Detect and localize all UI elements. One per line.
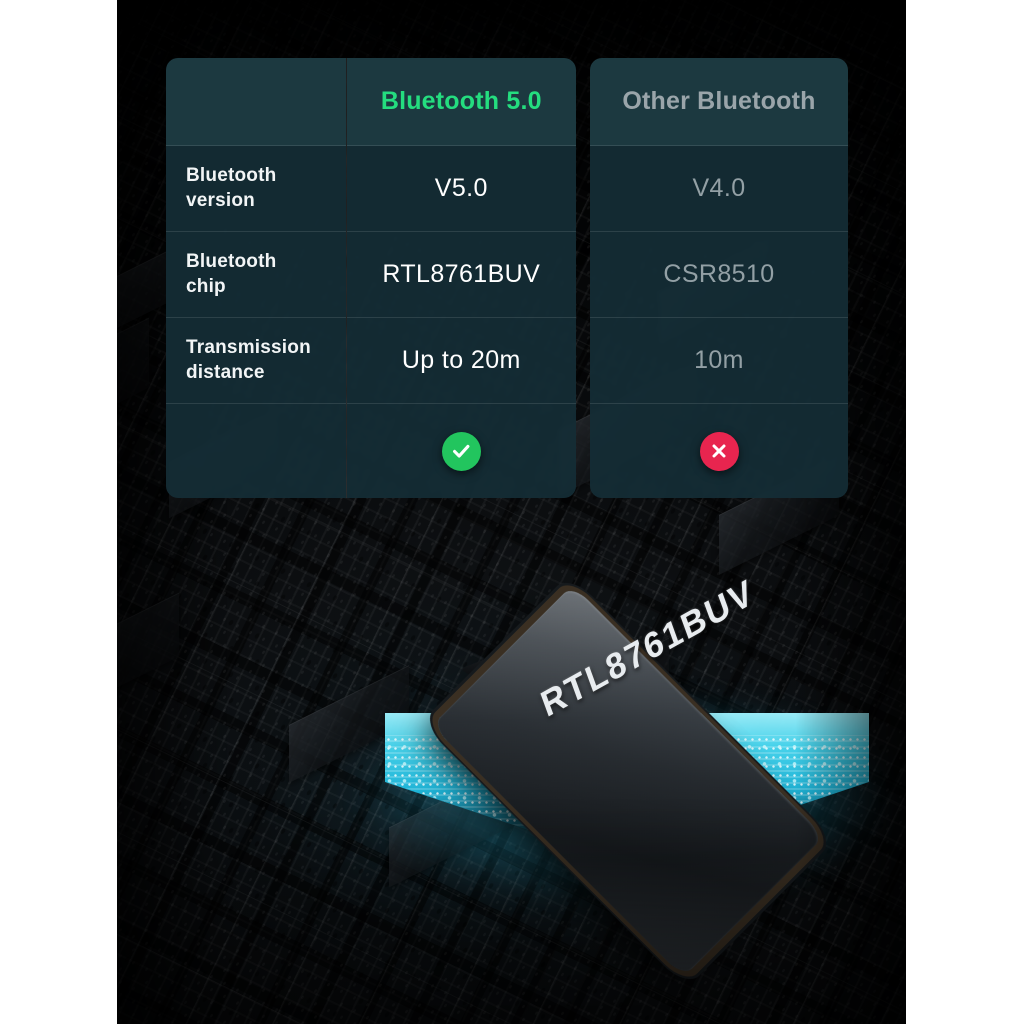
page-root: RTL8761BUV Bluetooth version Bluetooth c…: [0, 0, 1024, 1024]
chip-package-top: [431, 584, 825, 978]
value-bt50-distance: Up to 20m: [401, 346, 521, 374]
value-bt50-chip: RTL8761BUV: [382, 260, 541, 288]
value-other-version: V4.0: [692, 174, 746, 202]
table-header-bluetooth-50: Bluetooth 5.0: [346, 58, 576, 146]
table-column-bluetooth-50: Bluetooth 5.0 V5.0 RTL8761BUV Up to 20m: [345, 58, 576, 498]
value-other-chip: CSR8510: [663, 260, 775, 288]
table-column-feature: Bluetooth version Bluetooth chip Transmi…: [166, 58, 346, 498]
table-cell-bt50-distance: Up to 20m: [346, 318, 576, 404]
table-cell-other-verdict: [590, 404, 848, 498]
table-row: Transmission distance: [166, 318, 346, 404]
table-row: Bluetooth chip: [166, 232, 346, 318]
value-other-distance: 10m: [694, 346, 744, 374]
table-block-bluetooth-50: Bluetooth version Bluetooth chip Transmi…: [166, 58, 576, 498]
table-cell-bt50-verdict: [346, 404, 576, 498]
table-row-verdict-label: [166, 404, 346, 498]
table-header-feature: [166, 58, 346, 146]
label-line-1: Bluetooth: [186, 251, 277, 273]
comparison-table: Bluetooth version Bluetooth chip Transmi…: [166, 58, 858, 498]
table-cell-bt50-version: V5.0: [346, 146, 576, 232]
value-bt50-version: V5.0: [434, 174, 488, 202]
chip-substrate: [459, 645, 783, 835]
label-line-1: Transmission: [186, 337, 311, 359]
chip-glow-particles: [385, 735, 869, 863]
feature-label-bluetooth-version: Bluetooth version: [186, 164, 276, 213]
label-line-2: version: [186, 189, 255, 211]
chip-glow-body: [385, 713, 869, 863]
table-cell-other-version: V4.0: [590, 146, 848, 232]
feature-label-transmission-distance: Transmission distance: [186, 336, 311, 385]
check-circle-icon: [441, 431, 481, 471]
bluetooth-chip-illustration: RTL8761BUV: [347, 572, 906, 978]
table-cell-other-chip: CSR8510: [590, 232, 848, 318]
feature-label-bluetooth-chip: Bluetooth chip: [186, 250, 276, 299]
table-cell-bt50-chip: RTL8761BUV: [346, 232, 576, 318]
label-line-1: Bluetooth: [186, 165, 277, 187]
chip-part-number: RTL8761BUV: [536, 571, 760, 726]
label-line-2: chip: [186, 275, 226, 297]
label-line-2: distance: [186, 361, 265, 383]
table-header-other-bluetooth: Other Bluetooth: [590, 58, 848, 146]
header-title-other-bluetooth: Other Bluetooth: [622, 87, 816, 115]
chip-glow-halo: [357, 690, 897, 905]
cross-circle-icon: [699, 431, 739, 471]
header-title-bluetooth-50: Bluetooth 5.0: [380, 87, 542, 115]
table-block-other-bluetooth: Other Bluetooth V4.0 CSR8510 10m: [590, 58, 848, 498]
chip-label-wrap: RTL8761BUV: [347, 572, 906, 915]
table-row: Bluetooth version: [166, 146, 346, 232]
table-cell-other-distance: 10m: [590, 318, 848, 404]
